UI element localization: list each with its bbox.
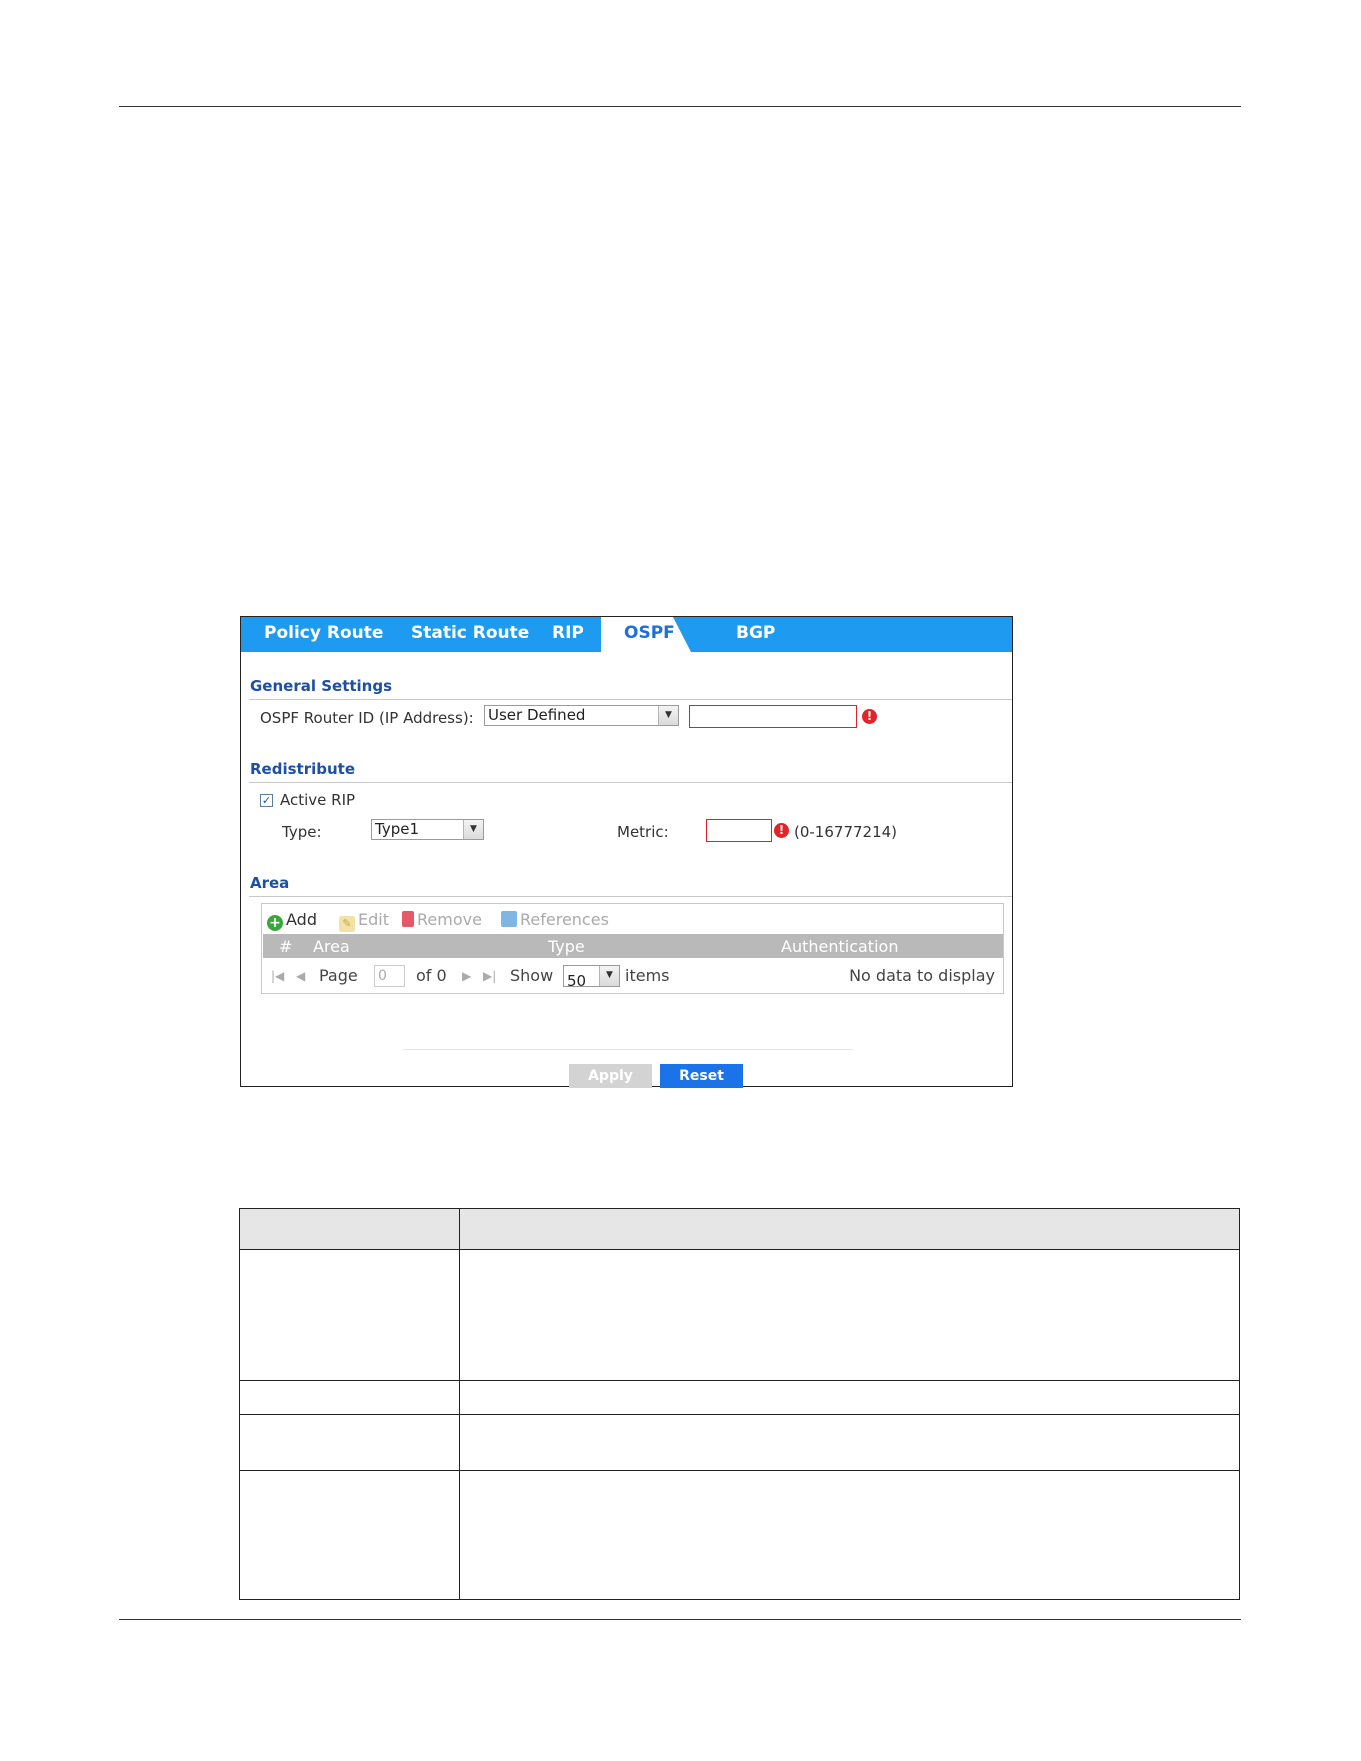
tab-rip[interactable]: RIP [552,617,584,652]
router-id-select[interactable]: User Defined ▼ [484,705,679,726]
column-header-number: # [279,937,293,956]
chevron-down-icon: ▼ [658,706,678,725]
page-size-value: 50 [567,972,587,990]
metric-label: Metric: [617,823,669,841]
tab-static-route[interactable]: Static Route [411,617,529,652]
remove-button[interactable]: Remove [402,910,482,929]
apply-button[interactable]: Apply [569,1064,652,1088]
references-button[interactable]: References [501,910,609,929]
trash-icon [402,911,414,927]
chevron-down-icon: ▼ [463,820,483,839]
page-header-rule [119,106,1241,107]
page-size-select[interactable]: 50 ▼ [563,965,620,990]
active-rip-label: Active RIP [280,791,356,809]
empty-table-message: No data to display [849,966,995,985]
page-label: Page [319,966,358,985]
field-description-table [239,1208,1240,1600]
section-divider [249,896,1012,897]
reset-button[interactable]: Reset [660,1064,743,1088]
metric-range-hint: (0-16777214) [794,823,898,841]
references-icon [501,911,517,927]
router-id-select-value: User Defined [488,706,586,724]
section-divider [249,782,1012,783]
area-table-header: # Area Type Authentication [263,934,1003,958]
description-table-header [240,1209,1239,1250]
general-settings-title: General Settings [250,677,393,695]
next-page-icon[interactable]: ▶ [462,969,471,983]
error-icon: ! [862,709,877,724]
first-page-icon[interactable]: |◀ [271,969,284,983]
edit-button[interactable]: ✎ Edit [339,910,389,932]
add-button[interactable]: + Add [267,910,317,931]
column-header-area: Area [313,937,350,956]
column-header-authentication: Authentication [781,937,899,956]
edit-icon: ✎ [339,916,355,932]
section-divider [249,699,1012,700]
references-button-label: References [520,910,609,929]
ospf-settings-panel: Policy Route Static Route RIP OSPF BGP G… [240,616,1013,1088]
page-count-label: of 0 [416,966,447,985]
page-footer-rule [119,1619,1241,1620]
edit-button-label: Edit [358,910,389,929]
show-label: Show [510,966,554,985]
router-id-label: OSPF Router ID (IP Address): [260,709,474,727]
metric-input[interactable] [706,819,772,842]
chevron-down-icon: ▼ [599,966,619,986]
row-divider [240,1414,1239,1415]
area-title: Area [250,874,290,892]
type-select-value: Type1 [375,820,419,838]
error-icon: ! [774,823,789,838]
row-divider [240,1380,1239,1381]
type-select[interactable]: Type1 ▼ [371,819,484,840]
items-label: items [625,966,670,985]
pagination-bar: |◀ ◀ Page 0 of 0 ▶ ▶| Show 50 ▼ items No… [263,960,1003,993]
column-header-type: Type [548,937,585,956]
column-divider [459,1209,460,1599]
router-id-input[interactable] [689,705,857,728]
row-divider [240,1470,1239,1471]
active-rip-checkbox[interactable]: ✓ [260,794,273,807]
tab-policy-route[interactable]: Policy Route [264,617,383,652]
area-table: + Add ✎ Edit Remove References # Area Type… [261,903,1004,994]
add-icon: + [267,915,283,931]
redistribute-title: Redistribute [250,760,355,778]
tab-ospf[interactable]: OSPF [624,617,675,652]
last-page-icon[interactable]: ▶| [483,969,496,983]
previous-page-icon[interactable]: ◀ [296,969,305,983]
type-label: Type: [282,823,322,841]
button-bar-divider [403,1049,853,1050]
remove-button-label: Remove [417,910,482,929]
page-number-input[interactable]: 0 [374,965,405,987]
tab-bgp[interactable]: BGP [736,617,775,652]
tab-bar: Policy Route Static Route RIP OSPF BGP [241,617,1012,652]
add-button-label: Add [286,910,317,929]
